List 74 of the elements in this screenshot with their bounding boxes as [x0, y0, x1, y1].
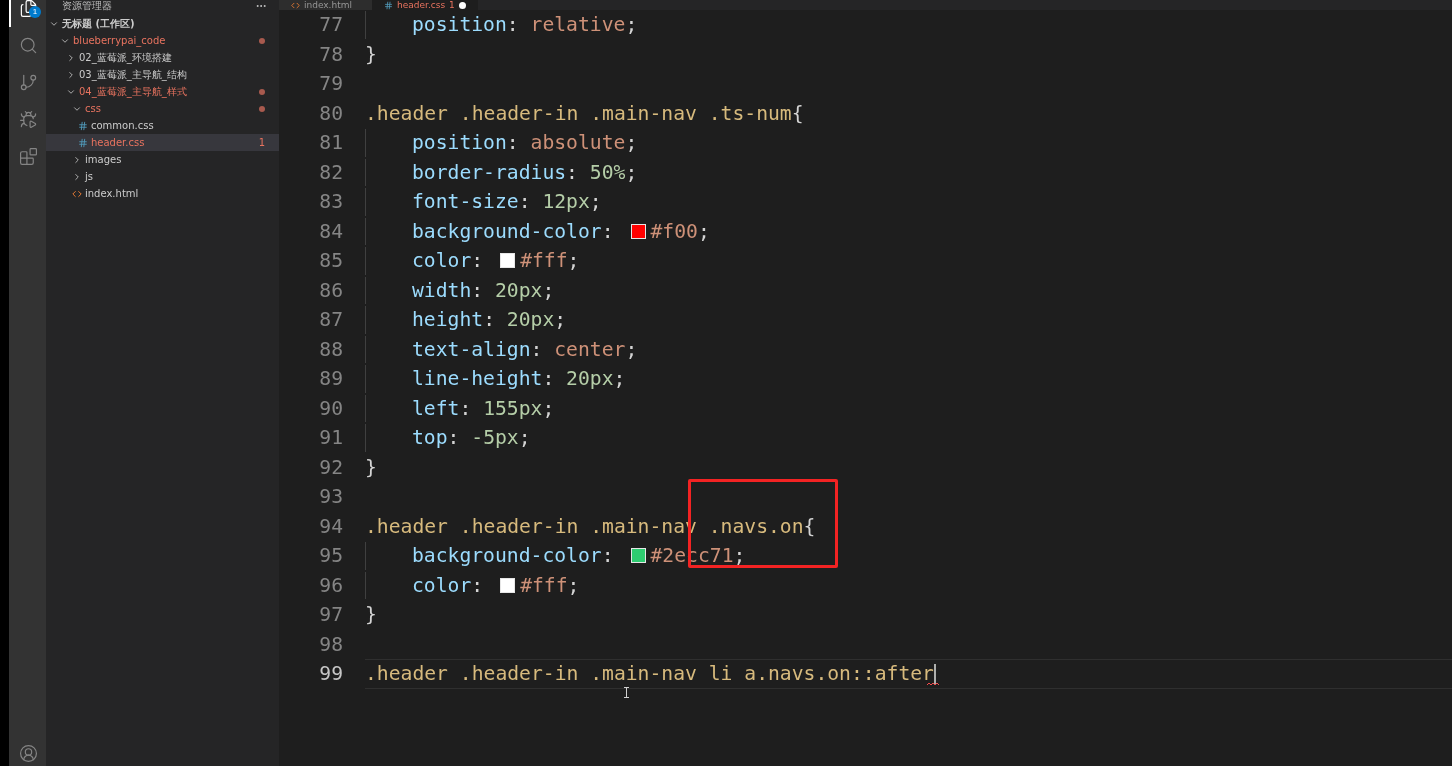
- user-icon: [19, 743, 38, 763]
- code-text: position: relative;: [412, 12, 638, 38]
- play-bug-icon: [19, 110, 38, 129]
- code-text: left: 155px;: [412, 395, 555, 421]
- line-number: 95: [319, 543, 343, 569]
- code-text: }: [365, 602, 377, 628]
- hash-icon: [384, 0, 393, 10]
- code-text: line-height: 20px;: [412, 366, 626, 392]
- code-text: width: 20px;: [412, 277, 555, 303]
- hash-icon: [78, 120, 88, 131]
- line-number: 90: [319, 395, 343, 422]
- line-number: 84: [319, 218, 343, 245]
- line-number: 88: [319, 336, 343, 363]
- hash-icon: [78, 137, 88, 148]
- line-number: 80: [319, 100, 343, 127]
- file-item[interactable]: header.css 1: [46, 134, 279, 151]
- search-icon: [19, 36, 38, 55]
- line-number: 93: [319, 484, 343, 510]
- code-text: border-radius: 50%;: [412, 159, 638, 185]
- code-text: .header .header-in .main-nav li a.navs.on::after: [365, 661, 934, 687]
- code-text: font-size: 12px;: [412, 189, 602, 215]
- line-number: 99: [319, 661, 343, 687]
- line-number: 86: [319, 277, 343, 304]
- code-text: top: -5px;: [412, 425, 531, 451]
- code-text: #f00;: [650, 218, 710, 244]
- folder-item[interactable]: 02_蓝莓派_环境搭建: [46, 49, 279, 66]
- problem-count: 1: [449, 0, 455, 10]
- line-number: 91: [319, 425, 343, 451]
- notification-count: 1: [29, 6, 41, 18]
- file-item[interactable]: common.css: [46, 117, 279, 134]
- folder-item[interactable]: 03_蓝莓派_主导航_结构: [46, 66, 279, 83]
- folder-item[interactable]: js: [46, 168, 279, 185]
- code-text: color:: [412, 248, 484, 274]
- line-number: 77: [319, 12, 343, 38]
- line-number: 89: [319, 366, 343, 392]
- line-number: 83: [319, 189, 343, 215]
- editor-tab[interactable]: header.css 1: [372, 0, 478, 10]
- code-text: .header .header-in .main-nav .ts-num{: [365, 100, 804, 126]
- code-text: #fff;: [520, 572, 580, 598]
- line-number: 78: [319, 41, 343, 68]
- code-text: }: [365, 41, 377, 67]
- line-number: 79: [319, 71, 343, 97]
- code-text: color:: [412, 572, 484, 598]
- line-number: 96: [319, 572, 343, 599]
- branch-icon: [19, 73, 38, 92]
- code-text: }: [365, 454, 377, 480]
- workspace-item[interactable]: 无标题 (工作区): [46, 15, 279, 32]
- folder-item[interactable]: blueberrypai_code: [46, 32, 279, 49]
- folder-item[interactable]: 04_蓝莓派_主导航_样式: [46, 83, 279, 100]
- line-number: 92: [319, 454, 343, 481]
- line-number: 85: [319, 248, 343, 274]
- code-icon: [291, 0, 300, 10]
- editor-tab[interactable]: index.html: [279, 0, 372, 10]
- code-text: height: 20px;: [412, 307, 567, 333]
- line-number: 94: [319, 513, 343, 540]
- code-text: background-color:: [412, 218, 614, 244]
- code-icon: [72, 188, 82, 199]
- sidebar-title: 资源管理器: [62, 0, 112, 12]
- line-number: 87: [319, 307, 343, 333]
- line-number: 97: [319, 602, 343, 628]
- line-number: 82: [319, 159, 343, 186]
- files-icon: [19, 0, 38, 18]
- file-item[interactable]: index.html: [46, 185, 279, 202]
- code-text: #fff;: [520, 248, 580, 274]
- folder-item[interactable]: images: [46, 151, 279, 168]
- blocks-icon: [19, 147, 38, 166]
- line-number: 81: [319, 130, 343, 156]
- problem-count: 1: [258, 137, 265, 148]
- line-number: 98: [319, 631, 343, 658]
- ibeam-cursor-icon: [623, 687, 630, 698]
- code-text: position: absolute;: [412, 130, 638, 156]
- code-text: text-align: center;: [412, 336, 638, 362]
- folder-item[interactable]: css: [46, 100, 279, 117]
- code-text: background-color:: [412, 543, 614, 569]
